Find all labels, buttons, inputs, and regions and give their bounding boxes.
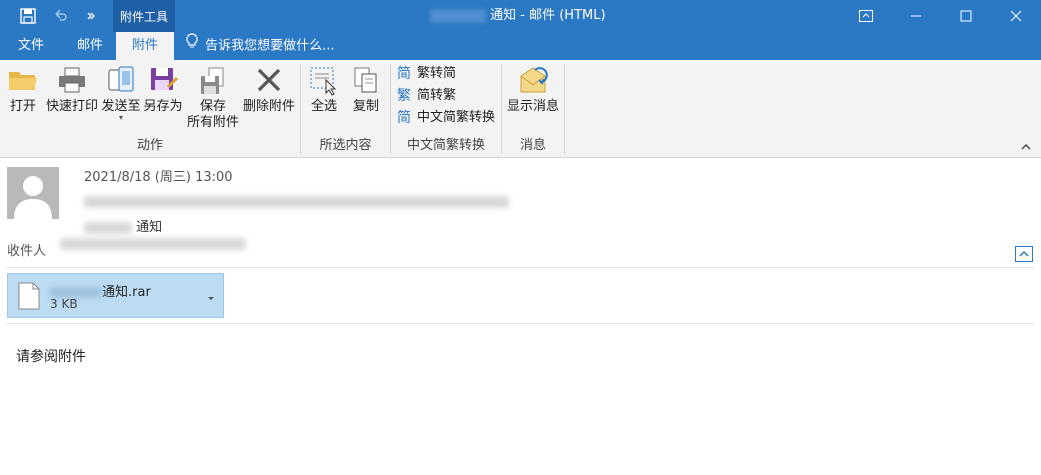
recipient-address[interactable]: [60, 238, 246, 252]
send-to-device-icon: [105, 64, 137, 96]
save-all-label-line1: 保存: [199, 99, 226, 114]
redacted-title-prefix: [430, 8, 486, 23]
trad-to-simp-icon: 简: [397, 66, 411, 82]
tell-me-box[interactable]: 告诉我您想要做什么...: [186, 32, 335, 60]
tab-message[interactable]: 邮件: [62, 32, 118, 60]
attachment-item[interactable]: 通知.rar 3 KB: [7, 273, 224, 318]
customize-qat-icon[interactable]: [79, 4, 103, 28]
title-bar: 附件工具 通知 - 邮件 (HTML): [0, 0, 1041, 32]
tab-attachments[interactable]: 附件: [116, 32, 174, 60]
group-separator: [564, 64, 565, 154]
save-all-icon: [197, 64, 229, 96]
simp-to-trad-icon: 繁: [397, 88, 411, 104]
send-to-dropdown-icon: ▾: [118, 113, 123, 122]
maximize-icon[interactable]: [943, 0, 989, 32]
delete-attachment-button[interactable]: 删除附件: [241, 64, 297, 138]
group-label-message: 消息: [519, 138, 546, 153]
show-message-button[interactable]: 显示消息: [505, 64, 561, 138]
window-title-text: 通知 - 邮件 (HTML): [490, 8, 606, 23]
avatar: [7, 167, 59, 219]
attachment-dropdown-icon[interactable]: [207, 291, 215, 300]
show-message-label: 显示消息: [506, 99, 559, 114]
tell-me-text: 告诉我您想要做什么...: [205, 38, 335, 54]
redacted-sender: [84, 196, 509, 208]
chinese-conversion-label: 中文简繁转换: [417, 110, 496, 125]
header-divider: [7, 267, 1034, 268]
copy-icon: [350, 64, 382, 96]
delete-x-icon: [253, 64, 285, 96]
ribbon-display-options-icon[interactable]: [843, 0, 889, 32]
redacted-subject-prefix: [84, 221, 132, 234]
context-tab-attachment-tools: 附件工具: [113, 0, 175, 32]
save-icon[interactable]: [16, 4, 40, 28]
select-all-label: 全选: [310, 99, 337, 114]
save-as-button[interactable]: 另存为: [142, 64, 184, 138]
save-as-icon: [147, 64, 179, 96]
copy-button[interactable]: 复制: [346, 64, 386, 138]
window-title: 通知 - 邮件 (HTML): [430, 0, 606, 32]
copy-label: 复制: [352, 99, 379, 114]
group-label-selection: 所选内容: [319, 138, 372, 153]
show-message-envelope-icon: [517, 64, 549, 96]
file-icon: [18, 282, 40, 310]
attachment-size: 3 KB: [50, 297, 78, 311]
group-label-actions: 动作: [136, 138, 163, 153]
trad-to-simp-label: 繁转简: [417, 66, 457, 81]
open-button[interactable]: 打开: [4, 64, 42, 138]
select-all-button[interactable]: 全选: [305, 64, 343, 138]
simp-to-trad-button[interactable]: 繁 简转繁: [397, 85, 456, 107]
subject-text: 通知: [136, 220, 163, 235]
redacted-recipient: [60, 238, 246, 250]
chinese-conversion-button[interactable]: 简 中文简繁转换: [397, 107, 495, 129]
undo-icon[interactable]: [48, 4, 72, 28]
ribbon: 打开 快速打印 发送至 ▾ 另存为 保存 所有附件 删除附件 动作 全选 复制 …: [0, 60, 1041, 158]
collapse-ribbon-icon[interactable]: [1019, 140, 1033, 154]
printer-icon: [56, 64, 88, 96]
save-all-label-line2: 所有附件: [186, 115, 239, 130]
simp-to-trad-label: 简转繁: [417, 88, 457, 103]
sender-address[interactable]: [84, 196, 509, 208]
close-icon[interactable]: [993, 0, 1039, 32]
minimize-icon[interactable]: [893, 0, 939, 32]
save-all-attachments-button[interactable]: 保存 所有附件: [185, 64, 241, 138]
expand-header-button[interactable]: [1015, 246, 1033, 262]
select-all-icon: [308, 64, 340, 96]
folder-icon: [7, 64, 39, 96]
group-label-chinese-conversion: 中文简繁转换: [406, 138, 485, 153]
message-date: 2021/8/18 (周三) 13:00: [84, 170, 233, 185]
tab-file[interactable]: 文件: [0, 32, 62, 60]
ribbon-tab-strip: 文件 邮件 附件 告诉我您想要做什么...: [0, 32, 1041, 60]
quick-print-label: 快速打印: [45, 99, 98, 114]
to-label: 收件人: [7, 244, 47, 259]
lightbulb-icon: [186, 32, 198, 60]
attachment-name-text: 通知.rar: [102, 285, 151, 300]
quick-print-button[interactable]: 快速打印: [44, 64, 100, 138]
save-as-label: 另存为: [143, 99, 183, 114]
open-label: 打开: [9, 99, 36, 114]
send-to-button[interactable]: 发送至 ▾: [100, 64, 142, 138]
attachment-divider: [7, 323, 1034, 324]
chinese-conversion-icon: 简: [397, 110, 411, 126]
trad-to-simp-button[interactable]: 简 繁转简: [397, 63, 456, 85]
message-subject: 通知: [84, 216, 162, 235]
message-body: 请参阅附件: [16, 349, 86, 365]
delete-attachment-label: 删除附件: [242, 99, 295, 114]
